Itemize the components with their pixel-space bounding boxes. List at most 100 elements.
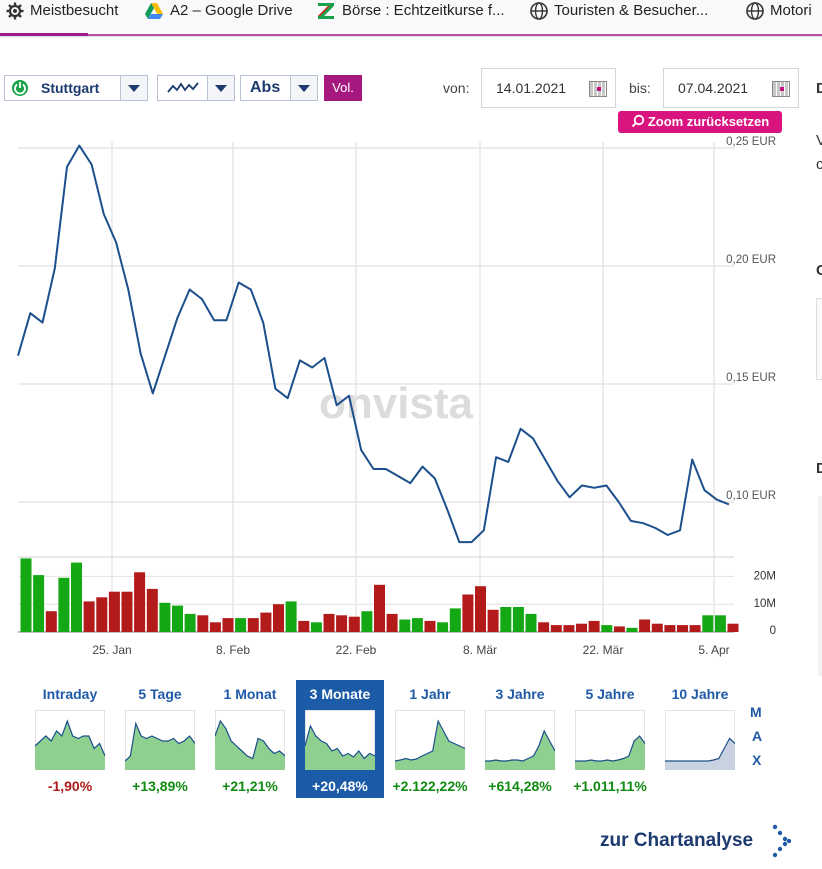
price-point [568,495,572,499]
price-point [703,488,707,492]
y-tick-label: 0,20 EUR [726,254,776,266]
period-mini-chart [305,710,375,770]
price-point [359,448,363,452]
price-point [666,533,670,537]
volume-bar [651,623,663,632]
volume-bar [386,613,398,632]
period-change: +20,48% [312,778,368,794]
period-intraday[interactable]: Intraday -1,90% [26,680,114,798]
price-line [17,144,730,544]
volume-bar [348,616,360,632]
price-point [531,436,535,440]
period-label: Intraday [42,686,98,702]
price-point [727,502,731,506]
volume-bar [677,625,688,632]
period-mini-chart [575,710,645,770]
period-1-jahr[interactable]: 1 Jahr +2.122,22% [386,680,474,798]
volume-bar [298,620,310,632]
volume-bar [550,625,562,632]
volume-bar [285,601,297,632]
price-point [592,486,596,490]
volume-bar [475,586,486,632]
price-point [200,297,204,301]
period-1-monat[interactable]: 1 Monat +21,21% [206,680,294,798]
chart-analysis-label: zur Chartanalyse [600,830,754,851]
period-mini-chart [125,710,195,770]
period-change: -1,90% [47,778,93,794]
y-tick-label: 0,25 EUR [726,136,776,148]
price-point [310,366,314,370]
period-3-monate[interactable]: 3 Monate +20,48% [296,680,384,798]
price-point [408,481,412,485]
price-point [372,467,376,471]
volume-bar [197,615,209,632]
price-point [580,484,584,488]
volume-bar [689,625,701,632]
volume-bar [45,611,57,632]
period-selector: Intraday -1,90% 5 Tage +13,89% 1 Monat +21,21… [26,680,766,800]
price-point [494,455,498,459]
price-point [163,354,167,358]
price-point [237,281,241,285]
price-point [482,528,486,532]
volume-bar [83,601,95,632]
price-point [347,394,351,398]
price-point [323,356,327,360]
period-label: 5 Tage [138,686,182,702]
period-change: +1.011,11% [573,778,647,794]
price-point [298,358,302,362]
price-point [224,318,228,322]
x-tick-label: 22. Mär [583,643,624,657]
price-point [457,540,461,544]
price-point [384,467,388,471]
volume-bar [424,620,436,632]
volume-bar [588,620,600,632]
price-chart[interactable]: onvista 25. Jan 8. Feb 22. Feb 8. Mär 22. Mä… [0,0,822,670]
price-point [90,163,94,167]
chevron-right-icon[interactable] [772,824,792,858]
price-point [65,165,69,169]
volume-tick-label: 0 [770,625,776,637]
price-point [16,354,20,358]
price-point [126,288,130,292]
period-3-jahre[interactable]: 3 Jahre +614,28% [476,680,564,798]
volume-bar [512,607,524,632]
volume-bar [563,625,575,632]
price-point [188,288,192,292]
max-letter[interactable]: X [752,752,761,768]
volume-bar [639,619,651,632]
x-tick-label: 22. Feb [336,643,377,657]
volume-bar [58,577,70,632]
price-point [77,144,81,148]
volume-bar [96,597,108,632]
volume-tick-label: 20M [754,570,776,582]
price-point [629,519,633,523]
price-point [261,321,265,325]
price-point [543,458,547,462]
volume-bar [71,562,82,632]
volume-bar [702,615,714,632]
period-5-tage[interactable]: 5 Tage +13,89% [116,680,204,798]
price-point [114,240,118,244]
volume-bar [222,618,234,632]
watermark: onvista [319,379,474,428]
volume-bar [108,591,120,632]
price-point [470,540,474,544]
period-5-jahre[interactable]: 5 Jahre +1.011,11% [566,680,654,798]
price-point [41,321,45,325]
price-point [617,500,621,504]
max-letter[interactable]: A [752,728,762,744]
price-point [433,476,437,480]
max-letter[interactable]: M [750,704,762,720]
period-label: 5 Jahre [585,686,635,702]
chart-analysis-link[interactable]: zur Chartanalyse [600,830,753,852]
price-point [641,521,645,525]
price-point [286,396,290,400]
volume-bar [437,622,449,632]
volume-bar [576,623,587,632]
price-point [604,484,608,488]
x-tick-label: 5. Apr [698,643,729,657]
volume-bar [487,609,499,632]
period-10-jahre[interactable]: 10 Jahre [656,680,744,798]
price-point [175,316,179,320]
